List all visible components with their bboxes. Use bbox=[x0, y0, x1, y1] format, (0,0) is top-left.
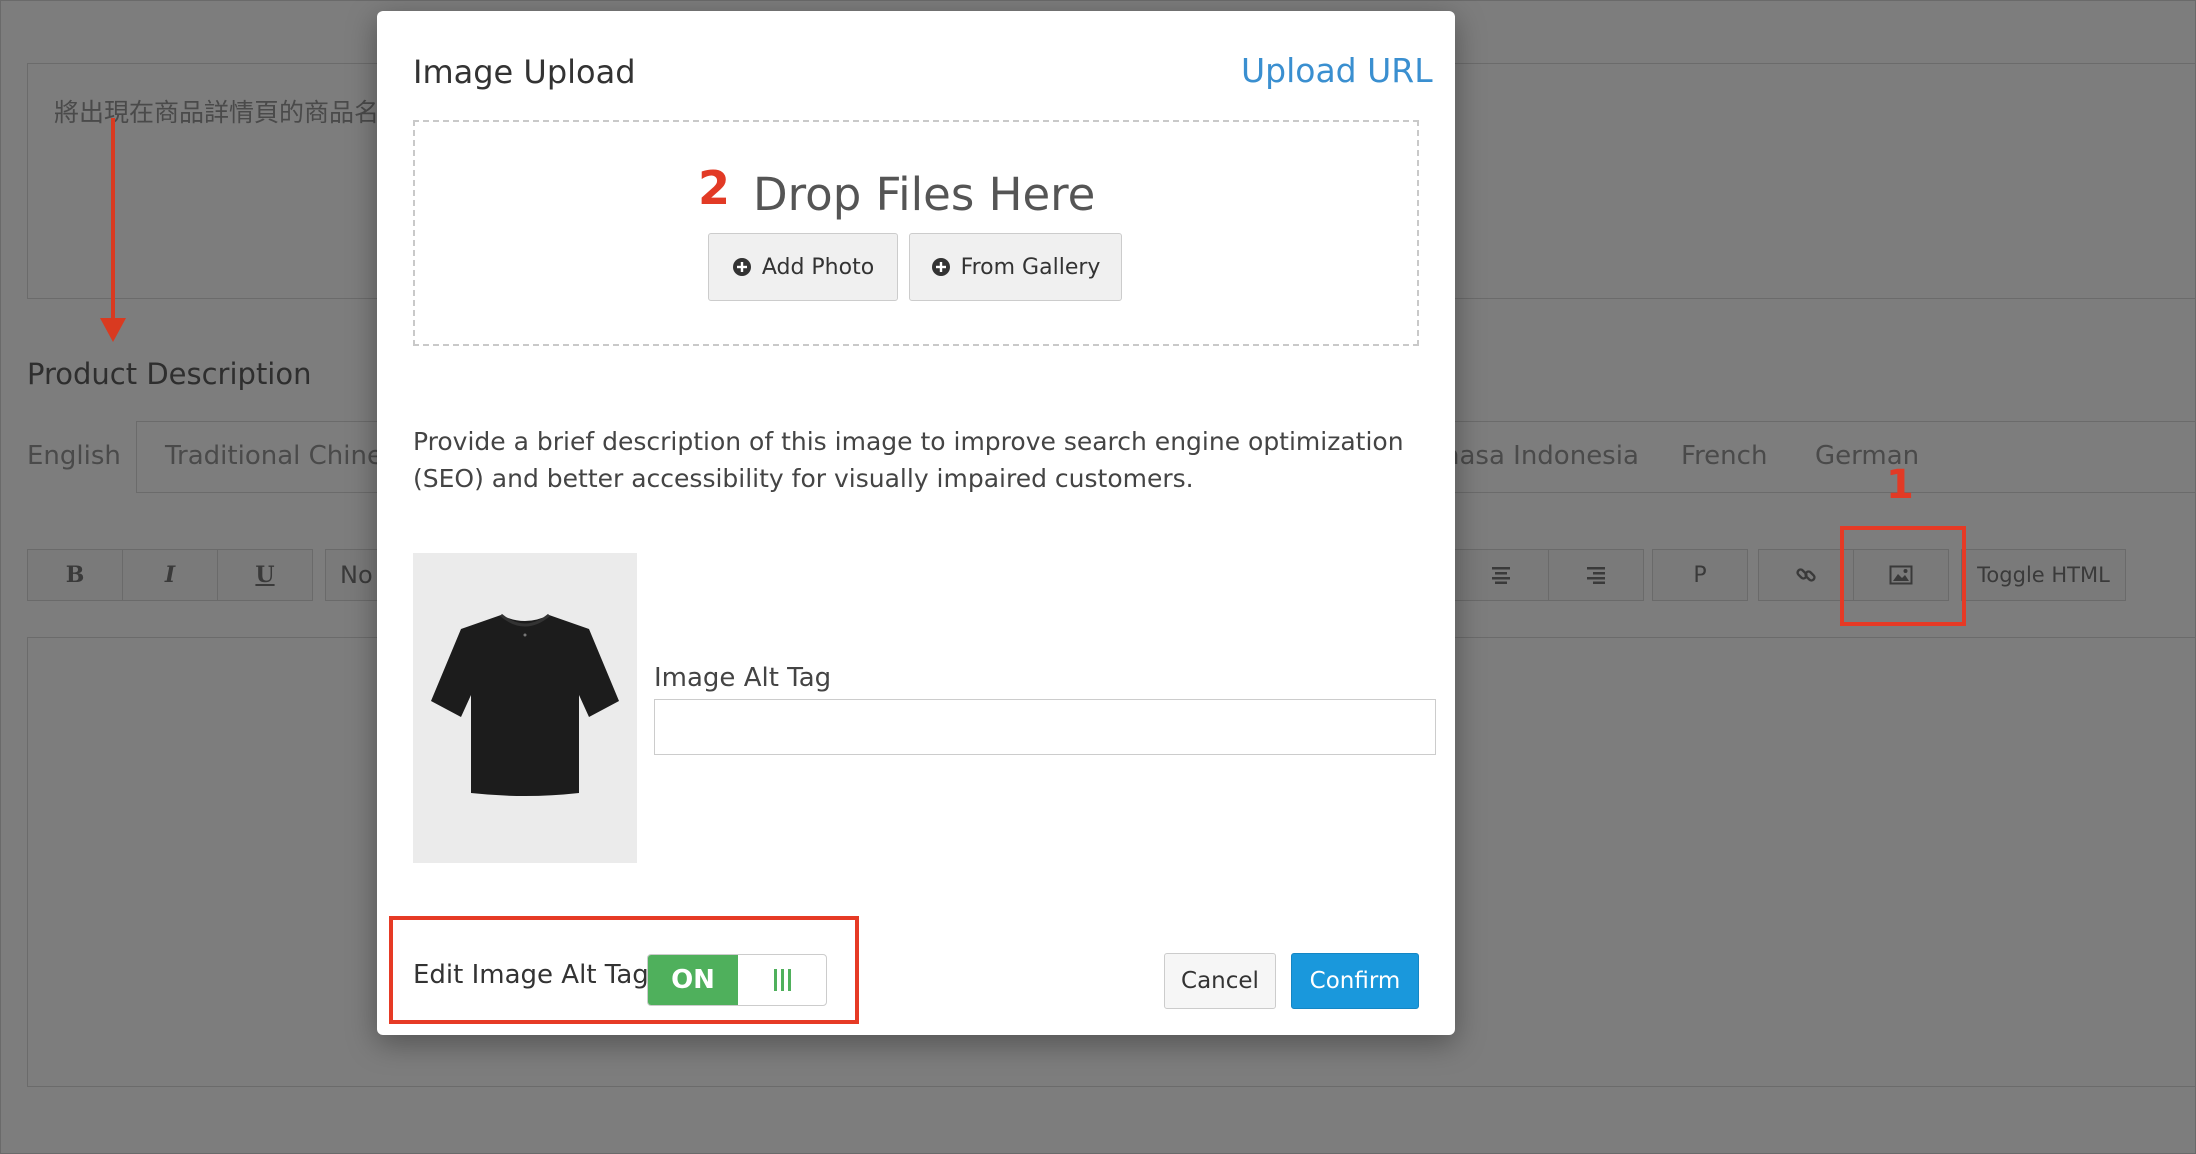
toggle-html-button[interactable]: Toggle HTML bbox=[1961, 549, 2126, 601]
image-upload-modal: Image Upload Upload URL 2 Drop Files Her… bbox=[377, 11, 1455, 1035]
seo-description-text: Provide a brief description of this imag… bbox=[413, 427, 1404, 493]
paragraph-button[interactable]: P bbox=[1652, 549, 1748, 601]
add-photo-label: Add Photo bbox=[761, 254, 875, 280]
alt-tag-label: Image Alt Tag bbox=[654, 663, 832, 693]
align-right-button[interactable] bbox=[1548, 549, 1644, 601]
confirm-button[interactable]: Confirm bbox=[1291, 953, 1419, 1009]
plus-circle-icon bbox=[931, 258, 950, 276]
annotation-highlight-image-button bbox=[1840, 526, 1966, 626]
tab-english[interactable]: English bbox=[27, 441, 121, 471]
edit-alt-tag-toggle[interactable]: ON bbox=[647, 954, 827, 1006]
uploaded-image-thumbnail bbox=[413, 553, 637, 863]
underline-button[interactable]: U bbox=[217, 549, 313, 601]
cancel-button[interactable]: Cancel bbox=[1164, 953, 1276, 1009]
alt-tag-input[interactable] bbox=[654, 699, 1436, 755]
from-gallery-label: From Gallery bbox=[960, 254, 1101, 280]
bold-button[interactable]: B bbox=[27, 549, 123, 601]
format-select[interactable]: No bbox=[325, 549, 385, 601]
link-icon bbox=[1796, 568, 1816, 582]
align-center-icon bbox=[1492, 567, 1510, 584]
tab-french[interactable]: French bbox=[1681, 441, 1767, 471]
product-name-placeholder: 將出現在商品詳情頁的商品名 bbox=[54, 98, 380, 127]
tab-bahasa-indonesia[interactable]: hasa Indonesia bbox=[1443, 441, 1639, 471]
italic-button[interactable]: I bbox=[122, 549, 218, 601]
edit-alt-tag-label: Edit Image Alt Tag bbox=[413, 960, 649, 990]
annotation-step-1: 1 bbox=[1886, 462, 1914, 508]
from-gallery-button[interactable]: From Gallery bbox=[909, 233, 1122, 301]
modal-title: Image Upload bbox=[413, 53, 636, 91]
drop-files-text: Drop Files Here bbox=[753, 168, 1096, 221]
product-description-label: Product Description bbox=[27, 357, 312, 391]
upload-url-link[interactable]: Upload URL bbox=[1241, 51, 1433, 90]
annotation-arrow bbox=[111, 118, 115, 330]
align-right-icon bbox=[1587, 567, 1605, 584]
annotation-arrow-head bbox=[100, 318, 126, 342]
toggle-on-label: ON bbox=[648, 955, 738, 1005]
annotation-step-2: 2 bbox=[698, 161, 731, 215]
tshirt-image bbox=[413, 553, 637, 863]
align-center-button[interactable] bbox=[1453, 549, 1549, 601]
toggle-grip-icon bbox=[738, 955, 826, 1005]
plus-circle-icon bbox=[732, 258, 751, 276]
tab-traditional-chinese[interactable]: Traditional Chines bbox=[165, 441, 397, 471]
add-photo-button[interactable]: Add Photo bbox=[708, 233, 898, 301]
